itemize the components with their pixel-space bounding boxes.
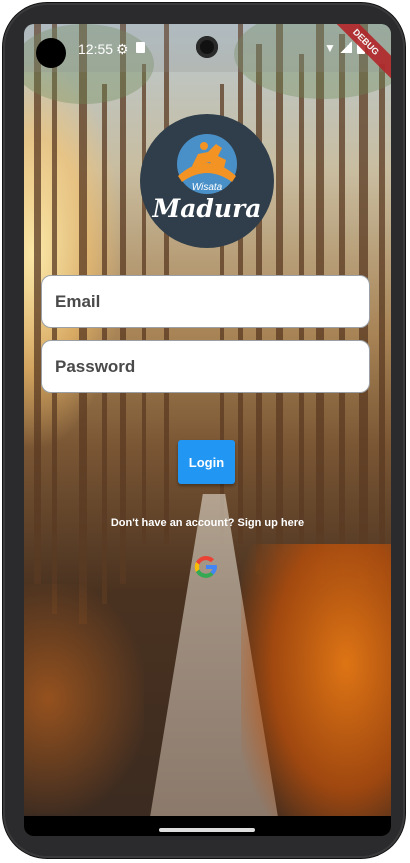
email-field[interactable]	[41, 275, 370, 328]
logo-emblem-icon	[177, 134, 237, 194]
password-field[interactable]	[41, 340, 370, 393]
gear-icon: ⚙	[116, 41, 129, 57]
login-button[interactable]: Login	[178, 440, 235, 484]
camera-cutout-icon	[36, 38, 66, 68]
email-input[interactable]	[53, 290, 369, 313]
foliage-right	[241, 544, 391, 836]
logo-title: Madura	[152, 194, 262, 223]
wifi-icon: ▼	[324, 41, 336, 55]
navigation-bar	[24, 816, 391, 836]
logo-subtitle: Wisata	[191, 182, 223, 193]
app-screen: 12:55 ⚙ ▼ DEBUG Wisata Madura Email Logi…	[24, 24, 391, 836]
google-icon	[194, 555, 217, 578]
foliage-left	[24, 584, 144, 814]
home-indicator[interactable]	[159, 828, 255, 832]
password-input[interactable]	[53, 355, 369, 378]
sd-card-icon	[136, 42, 145, 53]
google-signin-button[interactable]	[189, 550, 223, 584]
app-logo: Wisata Madura	[140, 114, 274, 248]
phone-frame: 12:55 ⚙ ▼ DEBUG Wisata Madura Email Logi…	[3, 3, 405, 858]
status-time: 12:55	[78, 41, 114, 57]
front-camera-icon	[196, 36, 218, 58]
signup-link[interactable]: Don't have an account? Sign up here	[24, 517, 391, 529]
signal-icon	[340, 41, 352, 53]
status-bar: 12:55 ⚙ ▼	[24, 24, 391, 72]
